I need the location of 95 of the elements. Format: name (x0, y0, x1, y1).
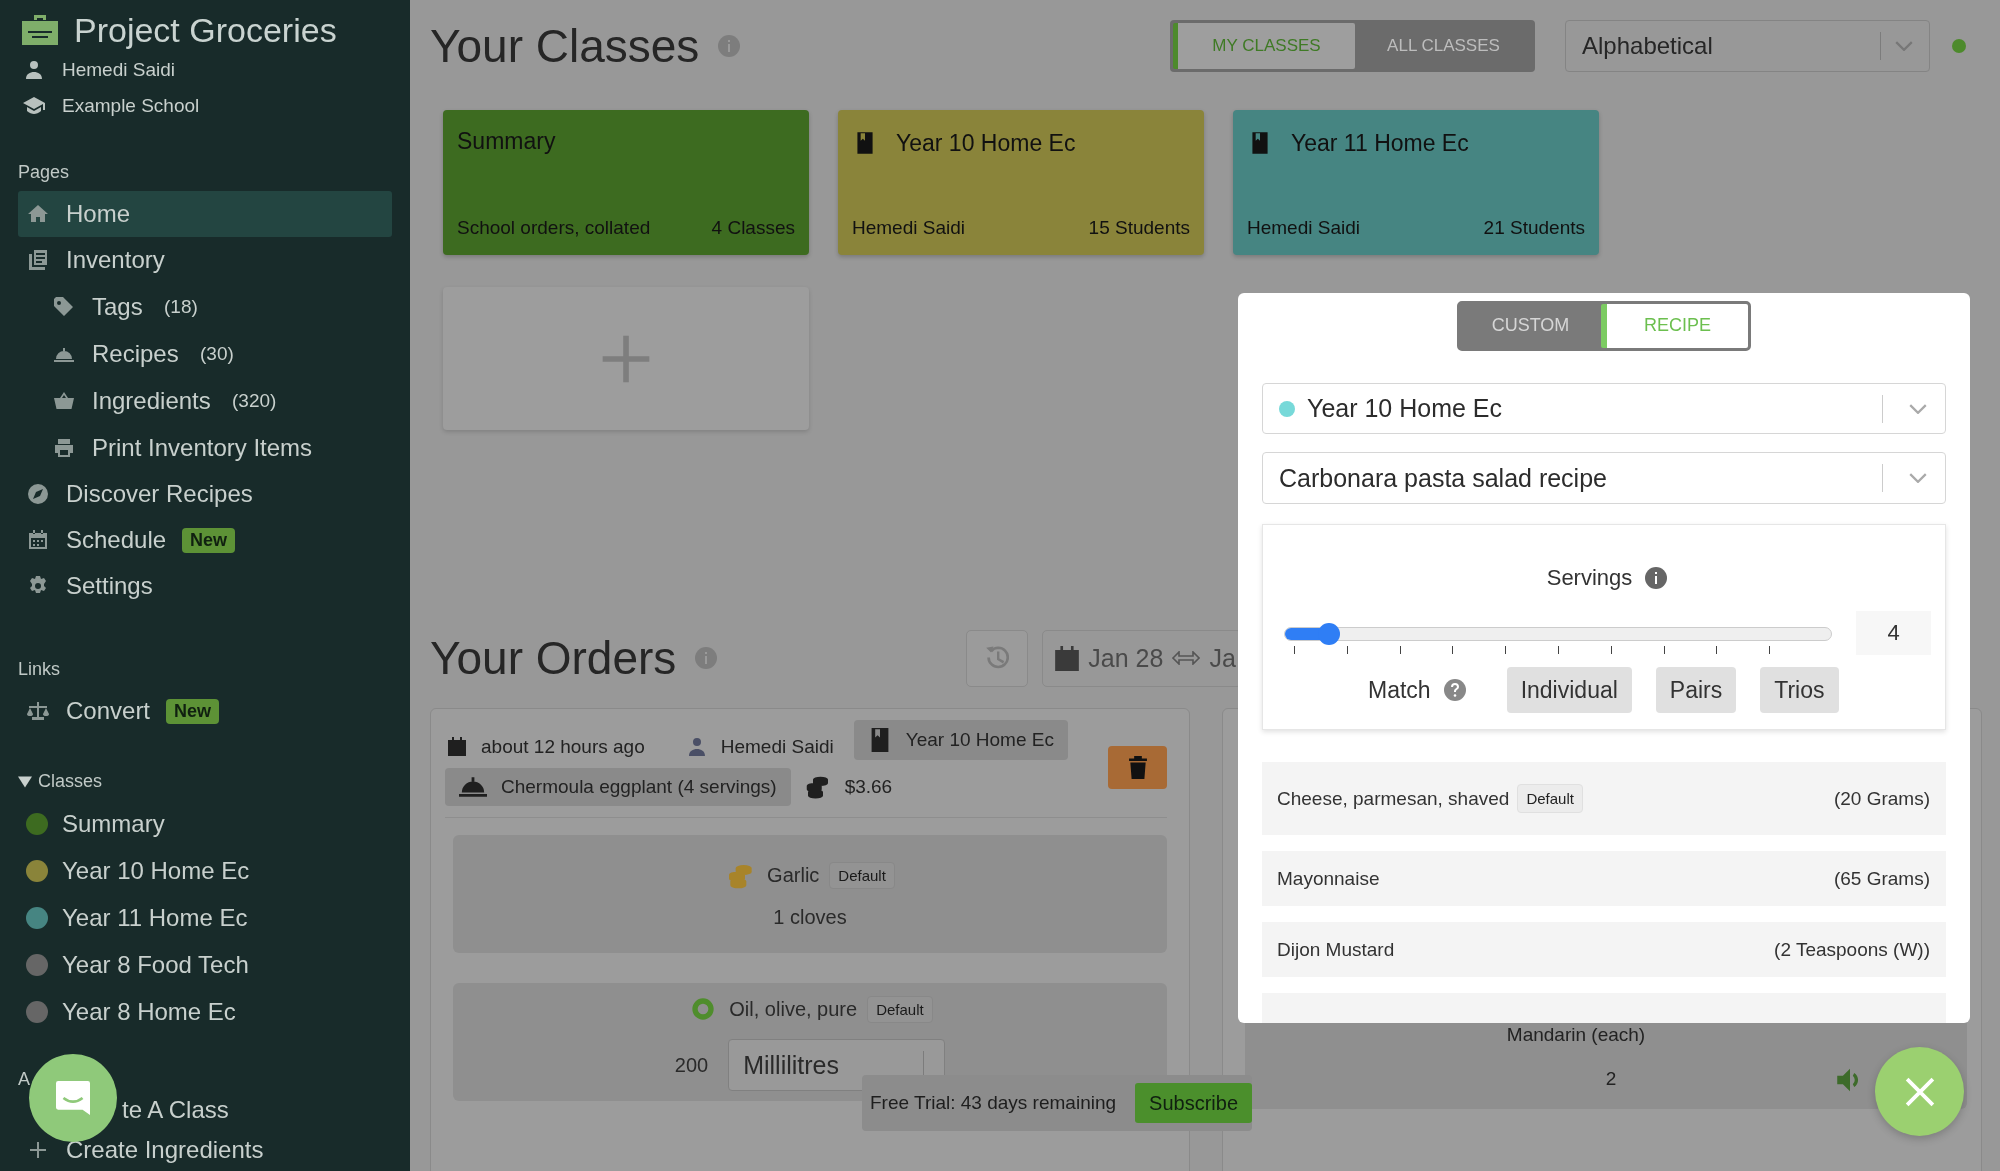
select-value: Carbonara pasta salad recipe (1279, 463, 1607, 493)
sidebar-item[interactable]: Print Inventory Items (18, 424, 392, 471)
card-count: 4 Classes (711, 217, 795, 239)
default-badge: Default (1517, 784, 1583, 813)
sidebar-item[interactable]: Discover Recipes (18, 471, 392, 517)
chevron-down-icon (1909, 403, 1927, 414)
user-name: Hemedi Saidi (62, 59, 175, 81)
card-title: Summary (457, 128, 556, 155)
ingredient-name: Oil, olive, pure (729, 997, 858, 1021)
sidebar-item[interactable]: Year 10 Home Ec (18, 847, 392, 894)
order-time: about 12 hours ago (481, 736, 645, 758)
sidebar-item[interactable]: Tags (18) (18, 283, 392, 330)
trash-icon (1128, 755, 1147, 779)
default-badge: Default (829, 862, 895, 889)
ingredient-name: Mayonnaise (1277, 867, 1380, 890)
status-dot (1952, 39, 1966, 53)
classes-toggle[interactable]: Classes (18, 771, 392, 792)
sidebar-item[interactable]: Summary (18, 800, 392, 847)
chat-icon (56, 1081, 90, 1115)
section-heading: Pages (18, 162, 71, 183)
sidebar-item[interactable]: Year 8 Food Tech (18, 941, 392, 988)
card-count: 15 Students (1088, 217, 1190, 239)
ingredient-quantity: 200 (674, 1053, 709, 1077)
new-badge: New (166, 698, 220, 724)
school-name: Example School (62, 95, 200, 117)
subscribe-button[interactable]: Subscribe (1135, 1083, 1252, 1123)
class-card[interactable]: Year 11 Home Ec Hemedi Saidi 21 Students (1233, 110, 1599, 255)
tag-icon (52, 294, 76, 319)
help-icon[interactable] (1442, 678, 1467, 702)
briefcase-icon (20, 13, 60, 47)
calendar-icon (1055, 645, 1080, 671)
delete-button[interactable] (1108, 745, 1167, 789)
documents-icon (26, 248, 50, 272)
page-heading: Your Classes (430, 19, 700, 73)
info-icon[interactable] (1644, 566, 1669, 590)
section-heading: Links (18, 659, 62, 680)
match-option[interactable]: Individual (1506, 667, 1632, 713)
caret-icon (18, 774, 32, 789)
ingredient-name: Dijon Mustard (1277, 938, 1395, 961)
scale-icon (26, 699, 50, 723)
ingredient-amount: (2 Teaspoons (W)) (1774, 938, 1930, 961)
chevron-down-icon (1909, 473, 1927, 484)
class-card[interactable]: Year 10 Home Ec Hemedi Saidi 15 Students (838, 110, 1204, 255)
compass-icon (26, 482, 50, 506)
sort-dropdown[interactable]: Alphabetical (1565, 20, 1930, 72)
sidebar-item[interactable]: Inventory (18, 237, 392, 283)
calendar-icon (445, 735, 469, 759)
ingredient-amount: (65 Grams) (1833, 867, 1930, 890)
sidebar-item[interactable]: Schedule New (18, 517, 392, 563)
sidebar-item[interactable]: Home (18, 191, 392, 237)
card-title: Year 11 Home Ec (1291, 129, 1469, 157)
card-subtitle: School orders, collated (457, 217, 651, 239)
sidebar-item[interactable]: Ingredients (320) (18, 377, 392, 424)
order-author: Hemedi Saidi (720, 736, 834, 758)
sidebar-item[interactable]: Settings (18, 563, 392, 609)
match-label: Match (1368, 676, 1431, 704)
sidebar-item[interactable]: Year 8 Home Ec (18, 988, 392, 1035)
card-subtitle: Hemedi Saidi (1247, 217, 1360, 239)
ingredient-name: Mandarin (each) (1506, 1024, 1646, 1046)
ingredient-name: Garlic (767, 864, 820, 887)
page-heading: Your Orders (430, 631, 677, 685)
servings-value[interactable]: 4 (1856, 611, 1931, 655)
order-cost: $3.66 (844, 776, 893, 798)
select-value: Year 10 Home Ec (1307, 394, 1503, 424)
double-arrow-icon (1172, 651, 1201, 665)
cloche-icon (459, 777, 487, 797)
class-select[interactable]: Year 10 Home Ec (1262, 382, 1946, 435)
slider-thumb[interactable] (1317, 622, 1340, 645)
default-badge: Default (867, 995, 933, 1023)
sidebar-item[interactable]: Year 11 Home Ec (18, 894, 392, 941)
sidebar-item[interactable]: te A Class (18, 1090, 392, 1130)
sidebar-item[interactable]: Create Ingredients (18, 1130, 392, 1170)
close-icon (1904, 1076, 1935, 1107)
new-badge: New (182, 527, 236, 553)
recipe-select[interactable]: Carbonara pasta salad recipe (1262, 452, 1946, 504)
ingredient-amount: 1 cloves (773, 905, 847, 929)
ingredient-name: Cheese, parmesan, shaved (1277, 787, 1510, 810)
card-subtitle: Hemedi Saidi (852, 217, 965, 239)
card-count: 21 Students (1483, 217, 1585, 239)
ingredient-amount: (20 Grams) (1833, 787, 1930, 810)
section-heading: A (18, 1069, 31, 1090)
sidebar-item[interactable]: Recipes (30) (18, 330, 392, 377)
history-icon (985, 646, 1010, 670)
servings-label: Servings (1546, 565, 1633, 591)
match-option[interactable]: Trios (1760, 667, 1839, 713)
calendar-icon (26, 528, 50, 552)
card-title: Year 10 Home Ec (896, 129, 1076, 157)
trial-text: Free Trial: 43 days remaining (870, 1092, 1117, 1114)
recipe-chip[interactable]: Chermoula eggplant (4 servings) (445, 768, 791, 806)
app-title: Project Groceries (74, 10, 337, 50)
sidebar-item[interactable]: Convert New (18, 688, 392, 734)
class-chip[interactable]: Year 10 Home Ec (853, 720, 1068, 760)
match-option[interactable]: Pairs (1655, 667, 1737, 713)
chevron-down-icon (1895, 41, 1913, 51)
ingredient-amount: 2 (1605, 1068, 1617, 1090)
